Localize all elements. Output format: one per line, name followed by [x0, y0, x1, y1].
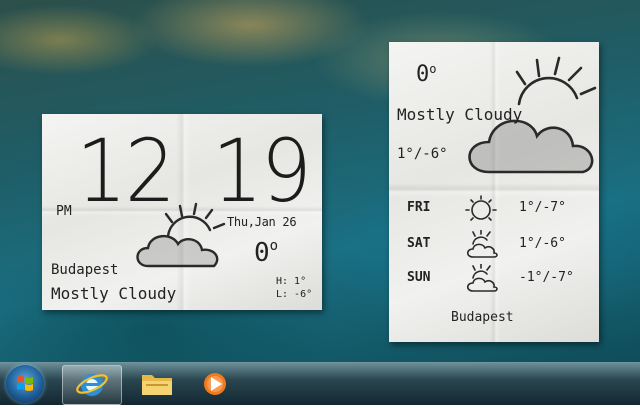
high-temperature: H: 1°: [276, 276, 307, 287]
forecast-day-row: SAT 1°/-6°: [407, 230, 587, 258]
forecast-day-label: SUN: [407, 270, 431, 285]
forecast-condition: Mostly Cloudy: [397, 105, 523, 124]
forecast-day-range: 1°/-7°: [519, 200, 566, 215]
current-temperature: 0o: [254, 238, 279, 268]
taskbar: [0, 362, 640, 405]
clock-city: Budapest: [51, 262, 119, 278]
sunny-icon: [465, 195, 497, 221]
forecast-city: Budapest: [451, 310, 514, 325]
taskbar-windows-explorer[interactable]: [128, 365, 186, 403]
low-temperature: L: -6°: [276, 289, 313, 300]
forecast-day-label: FRI: [407, 200, 431, 215]
forecast-range: 1°/-6°: [397, 146, 448, 162]
internet-explorer-icon: [76, 374, 108, 396]
forecast-day-row: FRI 1°/-7°: [407, 195, 587, 222]
taskbar-media-player[interactable]: [186, 365, 244, 403]
mostly-cloudy-icon: [136, 202, 226, 268]
start-button[interactable]: [6, 365, 44, 403]
partly-cloudy-icon: [466, 230, 498, 258]
clock-ampm: PM: [56, 204, 72, 219]
forecast-day-row: SUN -1°/-7°: [407, 264, 587, 292]
windows-logo-icon: [17, 376, 33, 391]
forecast-day-range: 1°/-6°: [519, 236, 566, 251]
folder-icon: [142, 375, 172, 395]
clock-weather-gadget[interactable]: 12 19 PM Thu,Jan 26 0o Budapest Mostly C…: [42, 114, 322, 310]
weather-forecast-gadget[interactable]: 0o Mostly Cloudy 1°/-6° FRI 1°/-7° SAT 1…: [389, 42, 599, 342]
partly-cloudy-icon: [466, 264, 498, 292]
taskbar-internet-explorer[interactable]: [62, 365, 122, 405]
clock-condition: Mostly Cloudy: [51, 284, 177, 303]
forecast-current-temperature: 0o: [416, 62, 437, 87]
forecast-day-label: SAT: [407, 236, 431, 251]
forecast-day-range: -1°/-7°: [519, 270, 574, 285]
media-player-icon: [204, 373, 226, 395]
